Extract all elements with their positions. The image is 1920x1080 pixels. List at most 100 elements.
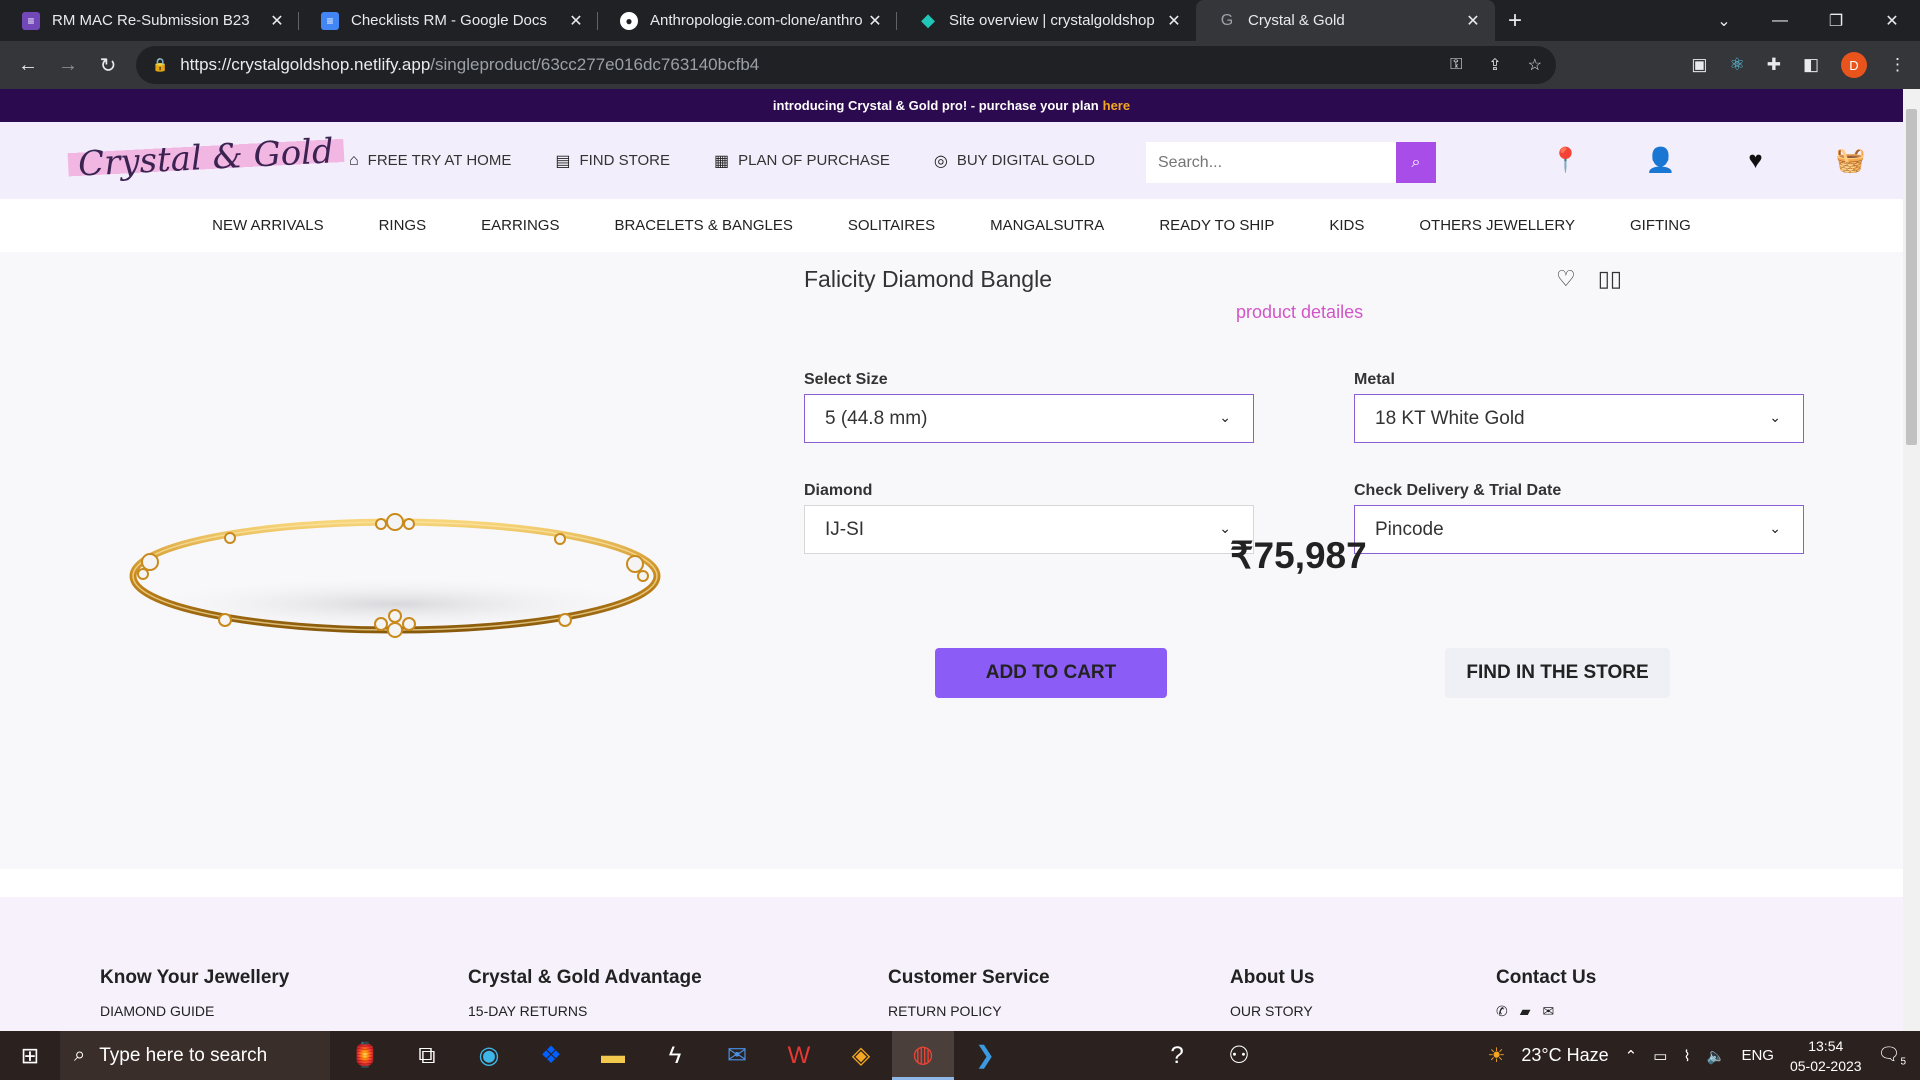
user-icon[interactable]: 👤	[1613, 146, 1708, 175]
category-mangalsutra[interactable]: MANGALSUTRA	[990, 217, 1104, 234]
browser-tab[interactable]: ≡ Checklists RM - Google Docs ✕	[299, 0, 598, 41]
close-icon[interactable]: ✕	[867, 11, 883, 31]
site-logo[interactable]: Crystal & Gold	[67, 130, 345, 186]
help-icon[interactable]: ?	[1146, 1031, 1208, 1080]
find-in-store-button[interactable]: FIND IN THE STORE	[1445, 648, 1670, 698]
dropbox-icon[interactable]: ❖	[520, 1031, 582, 1080]
category-nav: NEW ARRIVALS RINGS EARRINGS BRACELETS & …	[0, 199, 1903, 252]
url-field[interactable]: 🔒 https://crystalgoldshop.netlify.app/si…	[136, 46, 1556, 84]
product-details-link[interactable]: product detailes	[1236, 302, 1363, 323]
close-icon[interactable]: ✕	[568, 11, 584, 31]
location-icon[interactable]: 📍	[1518, 146, 1613, 175]
mail-icon[interactable]: ✉	[1543, 1003, 1555, 1020]
close-icon[interactable]: ✕	[1166, 11, 1182, 31]
scrollbar-thumb[interactable]	[1906, 109, 1917, 445]
tab-title: Crystal & Gold	[1248, 12, 1345, 29]
taskbar-search[interactable]: ⌕ Type here to search	[60, 1031, 330, 1080]
digital-gold-link[interactable]: ◎ BUY DIGITAL GOLD	[934, 151, 1095, 171]
metal-select[interactable]: 18 KT White Gold ⌄	[1354, 394, 1804, 443]
search-icon[interactable]: ⌕	[1396, 142, 1436, 183]
reload-icon[interactable]: ↻	[88, 45, 128, 85]
promo-banner: introducing Crystal & Gold pro! - purcha…	[0, 89, 1903, 122]
tab-title: Checklists RM - Google Docs	[351, 12, 547, 29]
plan-of-purchase-link[interactable]: ▦ PLAN OF PURCHASE	[714, 151, 890, 171]
key-icon[interactable]: ⚿	[1450, 56, 1462, 74]
footer-link[interactable]: RETURN POLICY	[888, 1003, 1050, 1019]
minimize-button[interactable]: —	[1752, 0, 1808, 41]
new-tab-button[interactable]: +	[1495, 0, 1535, 41]
shortcut-app-icon[interactable]: ϟ	[644, 1031, 706, 1080]
menu-icon[interactable]: ⋮	[1889, 55, 1906, 75]
category-rings[interactable]: RINGS	[379, 217, 427, 234]
product-title: Falicity Diamond Bangle	[804, 266, 1053, 292]
category-new-arrivals[interactable]: NEW ARRIVALS	[212, 217, 323, 234]
windows-start-icon[interactable]: ⊞	[0, 1031, 60, 1080]
category-kids[interactable]: KIDS	[1329, 217, 1364, 234]
share-icon[interactable]: ⇪	[1488, 55, 1501, 75]
extension-icon[interactable]: ▣	[1691, 55, 1707, 75]
vscode-icon[interactable]: ❯	[954, 1031, 1016, 1080]
puzzle-icon[interactable]: ✚	[1767, 55, 1781, 75]
browser-tab[interactable]: ◆ Site overview | crystalgoldshop ✕	[897, 0, 1196, 41]
link-label: FIND STORE	[579, 152, 671, 169]
mail-icon[interactable]: ✉	[706, 1031, 768, 1080]
page-scrollbar[interactable]	[1903, 89, 1920, 1031]
network-icon[interactable]: ⌇	[1683, 1047, 1690, 1065]
size-select[interactable]: 5 (44.8 mm) ⌄	[804, 394, 1254, 443]
footer-link[interactable]: DIAMOND GUIDE	[100, 1003, 289, 1019]
device-icon[interactable]: ▭	[1653, 1047, 1667, 1065]
category-earrings[interactable]: EARRINGS	[481, 217, 559, 234]
free-try-link[interactable]: ⌂ FREE TRY AT HOME	[349, 152, 511, 170]
phone-icon[interactable]: ✆	[1496, 1003, 1508, 1020]
category-others-jewellery[interactable]: OTHERS JEWELLERY	[1419, 217, 1575, 234]
star-icon[interactable]: ☆	[1528, 55, 1542, 75]
pincode-select[interactable]: Pincode ⌄	[1354, 505, 1804, 554]
close-window-button[interactable]: ✕	[1864, 0, 1920, 41]
category-ready-to-ship[interactable]: READY TO SHIP	[1159, 217, 1274, 234]
close-icon[interactable]: ✕	[1465, 11, 1481, 31]
basket-icon[interactable]: 🧺	[1803, 146, 1898, 175]
tab-search-icon[interactable]: ⌄	[1696, 0, 1752, 41]
people-icon[interactable]: ⚇	[1208, 1031, 1270, 1080]
edge-icon[interactable]: ◉	[458, 1031, 520, 1080]
category-solitaires[interactable]: SOLITAIRES	[848, 217, 935, 234]
file-explorer-icon[interactable]: ▬	[582, 1031, 644, 1080]
chevron-down-icon: ⌄	[1769, 520, 1781, 536]
restore-button[interactable]: ❐	[1808, 0, 1864, 41]
heart-icon[interactable]: ♥	[1708, 147, 1803, 175]
find-store-link[interactable]: ▤ FIND STORE	[555, 151, 670, 171]
back-icon[interactable]: ←	[8, 45, 48, 85]
footer-link[interactable]: 15-DAY RETURNS	[468, 1003, 702, 1019]
category-bracelets-bangles[interactable]: BRACELETS & BANGLES	[614, 217, 792, 234]
chat-icon[interactable]: ▰	[1520, 1003, 1531, 1020]
profile-avatar[interactable]: D	[1841, 52, 1867, 78]
wps-office-icon[interactable]: W	[768, 1031, 830, 1080]
react-devtools-icon[interactable]: ⚛	[1729, 55, 1744, 75]
browser-tab[interactable]: ● Anthropologie.com-clone/anthro ✕	[598, 0, 897, 41]
add-to-cart-button[interactable]: ADD TO CART	[935, 648, 1167, 698]
category-gifting[interactable]: GIFTING	[1630, 217, 1691, 234]
diamond-select[interactable]: IJ-SI ⌄	[804, 505, 1254, 554]
clock-time: 13:54	[1808, 1037, 1844, 1054]
chrome-icon[interactable]: ◍	[892, 1031, 954, 1080]
sidepanel-icon[interactable]: ◧	[1803, 55, 1819, 75]
wishlist-heart-icon[interactable]: ♡	[1556, 266, 1576, 292]
weather-text[interactable]: 23°C Haze	[1521, 1045, 1608, 1066]
chevron-up-icon[interactable]: ⌃	[1625, 1047, 1638, 1065]
browser-tab[interactable]: ≡ RM MAC Re-Submission B23 ✕	[0, 0, 299, 41]
taskbar-clock[interactable]: 13:54 05-02-2023	[1790, 1036, 1862, 1076]
pincode-value: Pincode	[1375, 518, 1444, 540]
language-indicator[interactable]: ENG	[1741, 1047, 1774, 1064]
close-icon[interactable]: ✕	[269, 11, 285, 31]
compare-icon[interactable]: ▯▯	[1598, 266, 1622, 292]
volume-icon[interactable]: 🔈	[1707, 1047, 1726, 1065]
notifications-icon[interactable]: 🗨5	[1878, 1044, 1906, 1068]
task-view-icon[interactable]: ⧉	[396, 1031, 458, 1080]
address-bar: ← → ↻ 🔒 https://crystalgoldshop.netlify.…	[0, 41, 1920, 89]
search-input[interactable]	[1146, 142, 1396, 183]
forward-icon[interactable]: →	[48, 45, 88, 85]
browser-tab-active[interactable]: G Crystal & Gold ✕	[1196, 0, 1495, 41]
brave-icon[interactable]: ◈	[830, 1031, 892, 1080]
promo-link[interactable]: here	[1103, 98, 1130, 113]
footer-link[interactable]: OUR STORY	[1230, 1003, 1314, 1019]
